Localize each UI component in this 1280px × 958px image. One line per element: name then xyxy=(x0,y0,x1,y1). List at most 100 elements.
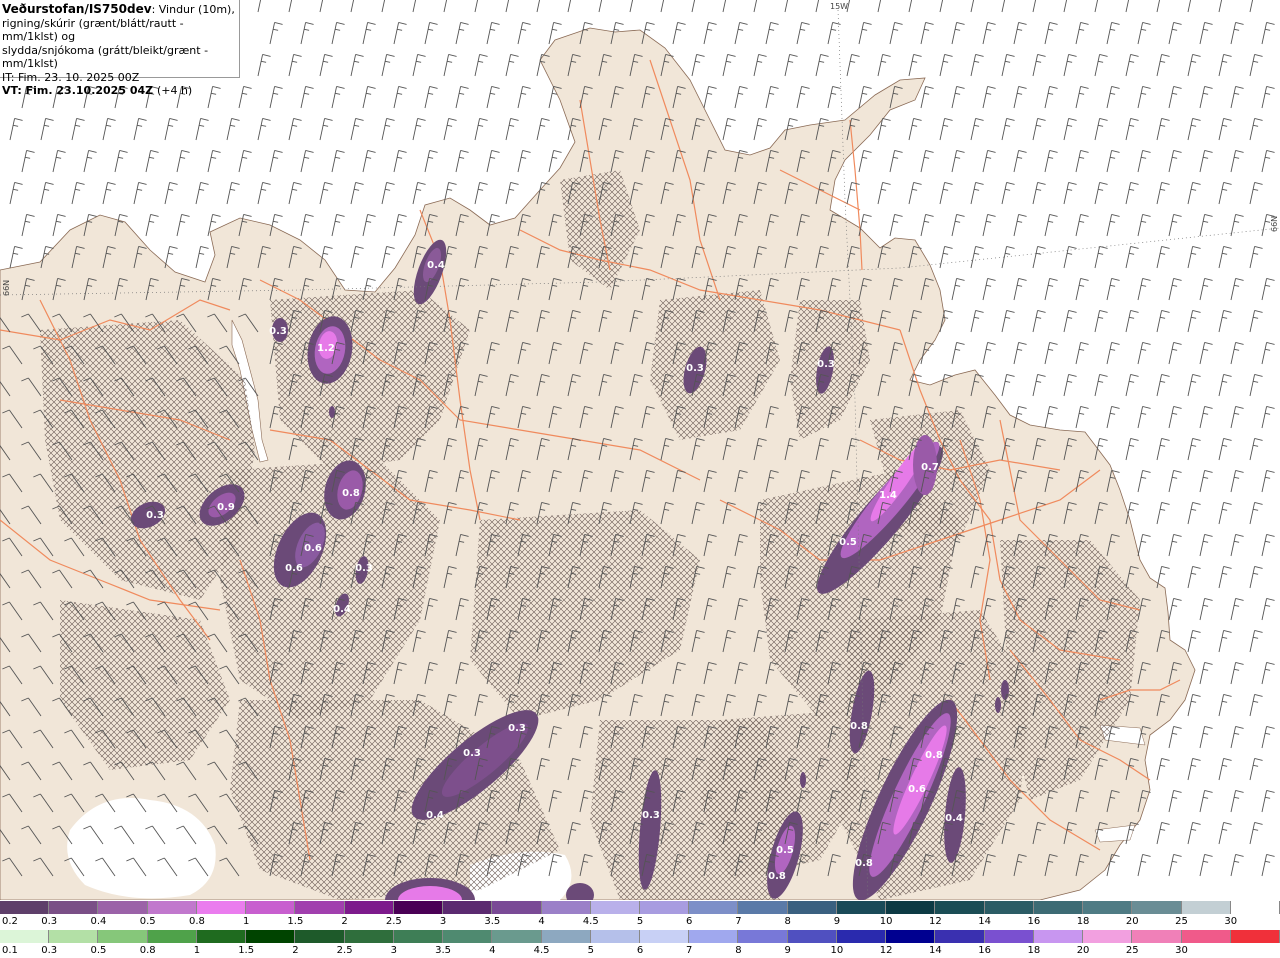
scale-swatch xyxy=(787,930,837,943)
info-line1: : Vindur (10m), xyxy=(151,3,235,16)
scale-label: 0.5 xyxy=(90,945,107,956)
scale-swatch xyxy=(443,901,493,914)
scale-label: 6 xyxy=(686,916,693,927)
valid-time: VT: Fim. 23.10.2025 04Z xyxy=(2,84,154,97)
scale-label: 7 xyxy=(735,916,742,927)
precip-value-label: 0.3 xyxy=(269,326,287,337)
scale-label: 18 xyxy=(1076,916,1090,927)
scale-label: 0.4 xyxy=(90,916,107,927)
scale-label: 7 xyxy=(686,945,693,956)
precip-cell xyxy=(1001,680,1009,700)
scale-swatch xyxy=(886,930,936,943)
precip-value-label: 0.6 xyxy=(908,784,926,795)
grid-label-top: 15W xyxy=(830,2,849,11)
precip-value-label: 0.4 xyxy=(333,604,351,615)
scale-label: 30 xyxy=(1175,945,1188,956)
scale-swatch xyxy=(935,901,985,914)
precip-value-label: 0.7 xyxy=(921,462,939,473)
scale-label: 2 xyxy=(292,945,299,956)
scale-swatch xyxy=(787,901,837,914)
scale-swatch xyxy=(0,901,50,914)
scale-label: 20 xyxy=(1076,945,1090,956)
scale-swatch xyxy=(1181,901,1231,914)
precip-value-label: 0.3 xyxy=(508,723,526,734)
info-line2: rigning/skúrir (grænt/blátt/rautt - mm/1… xyxy=(2,16,184,44)
map-info-box: Veðurstofan/IS750dev: Vindur (10m), rign… xyxy=(0,0,240,97)
scale-label: 8 xyxy=(784,916,791,927)
scale-swatch xyxy=(590,930,640,943)
scale-swatch xyxy=(541,930,591,943)
scale-label: 4.5 xyxy=(582,916,599,927)
precip-value-label: 0.6 xyxy=(285,563,303,574)
precip-value-label: 0.3 xyxy=(355,563,373,574)
scale-swatch xyxy=(492,901,542,914)
scale-swatch xyxy=(1033,901,1084,914)
scale-swatch xyxy=(836,901,887,914)
precip-value-label: 0.8 xyxy=(855,858,873,869)
precip-value-label: 0.5 xyxy=(776,845,794,856)
scale-swatch xyxy=(295,901,345,914)
scale-swatch xyxy=(147,901,197,914)
scale-swatch xyxy=(393,930,444,943)
valid-offset: (+4 h) xyxy=(156,84,193,97)
scale-swatch xyxy=(984,930,1034,943)
scale-label: 2.5 xyxy=(385,916,402,927)
scale-swatch xyxy=(246,901,296,914)
scale-label: 0.1 xyxy=(2,945,18,956)
scale-label: 0.2 xyxy=(2,916,18,927)
scale-swatch xyxy=(1230,901,1280,914)
precip-value-label: 0.8 xyxy=(925,750,943,761)
grid-label-left: 66N xyxy=(2,279,11,296)
scale-label: 0.3 xyxy=(41,945,58,956)
scale-label: 0.5 xyxy=(139,916,156,927)
precip-value-label: 0.3 xyxy=(463,748,481,759)
scale-label: 20 xyxy=(1125,916,1139,927)
scale-swatch xyxy=(0,930,50,943)
precip-value-label: 0.4 xyxy=(427,260,445,271)
weather-map: 0.40.31.20.3 0.30.71.40.50.80.30.90.60.6 0… xyxy=(0,0,1280,900)
scale-label: 4 xyxy=(538,916,545,927)
scale-swatch xyxy=(196,930,247,943)
model-title: Veðurstofan/IS750dev xyxy=(2,2,152,16)
scale-swatch xyxy=(1083,930,1133,943)
scale-swatch xyxy=(541,901,591,914)
scale-swatch xyxy=(98,901,148,914)
scale-label: 12 xyxy=(929,916,942,927)
scale-swatch xyxy=(492,930,542,943)
scale-swatch xyxy=(1230,930,1280,943)
scale-label: 30 xyxy=(1224,916,1238,927)
scale-swatch xyxy=(689,930,739,943)
scale-label: 0.8 xyxy=(188,916,205,927)
precip-cell xyxy=(800,772,806,788)
precip-value-label: 1.2 xyxy=(317,343,335,354)
scale-label: 4 xyxy=(489,945,496,956)
scale-label: 2 xyxy=(341,916,348,927)
scale-swatch xyxy=(886,901,936,914)
snow-color-scale: 0.2 0.3 0.4 0.5 0.8 1 1.5 2 2.5 3 3.5 4 4.5 5 6 7 8 9 10 12… xyxy=(0,901,1280,929)
scale-swatch xyxy=(1132,901,1182,914)
scale-swatch xyxy=(344,901,394,914)
precip-value-label: 0.3 xyxy=(642,810,660,821)
scale-swatch xyxy=(98,930,148,943)
scale-swatch xyxy=(1132,930,1182,943)
scale-label: 3 xyxy=(390,945,398,956)
scale-label: 1.5 xyxy=(238,945,255,956)
scale-label: 25 xyxy=(1125,945,1139,956)
precip-value-label: 0.3 xyxy=(146,510,164,521)
scale-swatch xyxy=(738,930,788,943)
precip-value-label: 0.3 xyxy=(686,363,704,374)
scale-swatch xyxy=(49,930,99,943)
scale-swatch xyxy=(295,930,345,943)
scale-swatch xyxy=(590,901,640,914)
scale-label: 16 xyxy=(978,945,991,956)
scale-swatch xyxy=(640,901,690,914)
scale-label: 5 xyxy=(636,916,644,927)
scale-label: 25 xyxy=(1175,916,1188,927)
precip-value-label: 0.4 xyxy=(945,813,963,824)
precip-value-label: 0.6 xyxy=(304,543,322,554)
scale-label: 9 xyxy=(833,916,841,927)
scale-swatch xyxy=(246,930,296,943)
scale-swatch xyxy=(344,930,394,943)
scale-swatch xyxy=(1181,930,1231,943)
precip-value-label: 0.8 xyxy=(768,871,786,882)
